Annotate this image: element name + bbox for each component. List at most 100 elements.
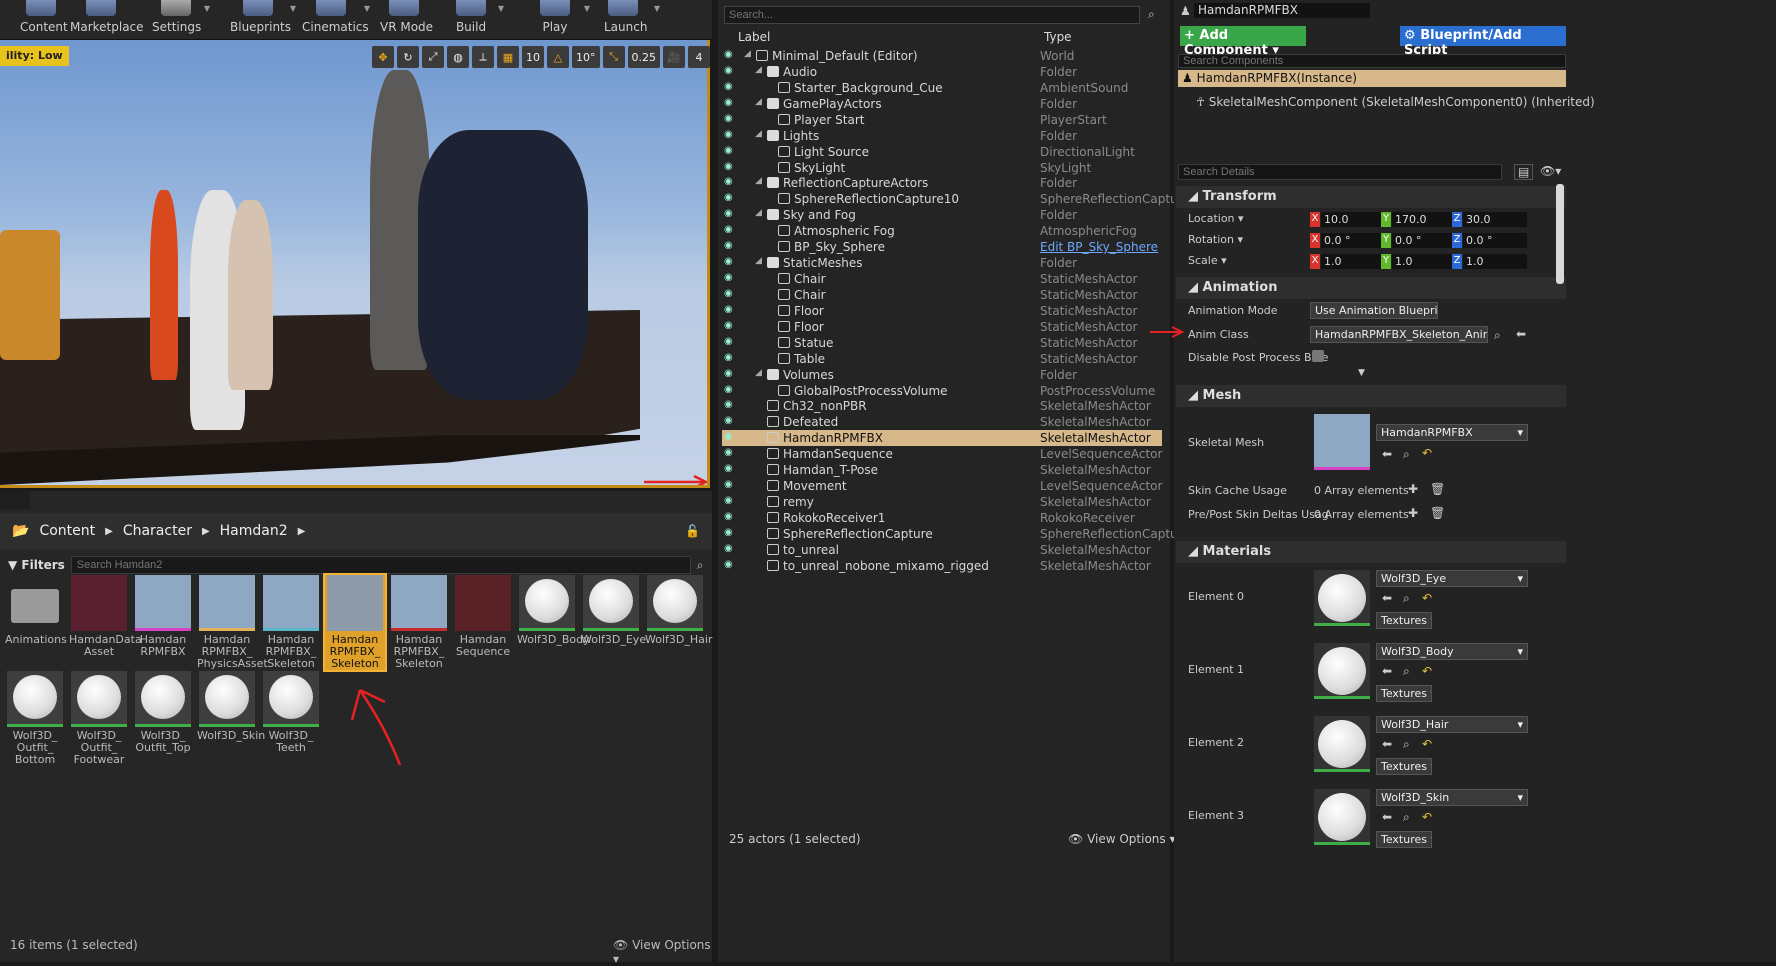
- expand-advanced-icon[interactable]: ▼: [1358, 368, 1365, 378]
- visibility-eye-icon[interactable]: ◉: [724, 224, 738, 236]
- disable-post-process-checkbox[interactable]: [1312, 350, 1324, 362]
- asset-tile[interactable]: Wolf3D_Eye: [581, 575, 646, 646]
- label-column-header[interactable]: Label: [738, 30, 770, 44]
- rotation-z-field[interactable]: 0.0 °: [1463, 233, 1527, 248]
- asset-tile[interactable]: Hamdan RPMFBX_ Skeleton: [323, 573, 387, 672]
- chevron-down-icon[interactable]: ▼: [584, 4, 590, 13]
- visibility-eye-icon[interactable]: ◉: [724, 463, 738, 475]
- textures-dropdown[interactable]: Textures ▾: [1376, 758, 1432, 775]
- breadcrumb-hamdan2[interactable]: Hamdan2: [220, 523, 288, 539]
- material-dropdown[interactable]: Wolf3D_Hair ▾: [1376, 716, 1528, 733]
- grid-snap-icon[interactable]: ▦: [497, 46, 519, 68]
- asset-tile[interactable]: Wolf3D_Hair: [645, 575, 712, 646]
- scale-z-field[interactable]: 1.0: [1463, 254, 1527, 269]
- reset-icon[interactable]: ↶: [1422, 664, 1432, 678]
- visibility-eye-icon[interactable]: ◉: [724, 81, 738, 93]
- expand-arrow-icon[interactable]: ◢: [744, 49, 751, 59]
- browse-icon[interactable]: ⌕: [1403, 810, 1410, 825]
- browse-icon[interactable]: ⌕: [1403, 591, 1410, 606]
- outliner-row[interactable]: ◉ Floor StaticMeshActor: [722, 319, 1162, 335]
- eye-icon[interactable]: 👁▾: [1540, 164, 1561, 178]
- trash-icon[interactable]: 🗑: [1430, 506, 1445, 520]
- visibility-eye-icon[interactable]: ◉: [724, 145, 738, 157]
- outliner-row[interactable]: ◉ ◢ Audio Folder: [722, 64, 1162, 80]
- outliner-row[interactable]: ◉ Table StaticMeshActor: [722, 351, 1162, 367]
- type-column-header[interactable]: Type: [1044, 30, 1072, 44]
- use-selected-icon[interactable]: ⬅: [1382, 737, 1392, 751]
- instance-row[interactable]: ♟ HamdanRPMFBX(Instance): [1178, 70, 1566, 87]
- cinematics-button[interactable]: Cinematics ▼: [302, 0, 370, 40]
- visibility-eye-icon[interactable]: ◉: [724, 304, 738, 316]
- reset-icon[interactable]: ↶: [1422, 737, 1432, 751]
- outliner-row[interactable]: ◉ ◢ GamePlayActors Folder: [722, 96, 1162, 112]
- visibility-eye-icon[interactable]: ◉: [724, 176, 738, 188]
- scale-snap-icon[interactable]: ⤡: [602, 46, 625, 68]
- camera-speed-value[interactable]: 4: [688, 46, 710, 68]
- breadcrumb-content[interactable]: Content: [39, 523, 95, 539]
- outliner-row[interactable]: ◉ Atmospheric Fog AtmosphericFog: [722, 223, 1162, 239]
- play-button[interactable]: Play ▼: [538, 0, 590, 40]
- filters-button[interactable]: ▼ Filters: [8, 558, 65, 572]
- material-dropdown[interactable]: Wolf3D_Eye ▾: [1376, 570, 1528, 587]
- rotation-y-field[interactable]: 0.0 °: [1392, 233, 1456, 248]
- expand-arrow-icon[interactable]: ◢: [755, 208, 762, 218]
- outliner-row[interactable]: ◉ RokokoReceiver1 RokokoReceiver: [722, 510, 1162, 526]
- marketplace-button[interactable]: Marketplace: [70, 0, 144, 40]
- browse-icon[interactable]: ⌕: [1403, 664, 1410, 679]
- visibility-eye-icon[interactable]: ◉: [724, 511, 738, 523]
- asset-tile[interactable]: Hamdan RPMFBX: [133, 575, 193, 658]
- asset-tile[interactable]: Wolf3D_ Outfit_ Footwear: [69, 671, 129, 766]
- outliner-row[interactable]: ◉ GlobalPostProcessVolume PostProcessVolum…: [722, 383, 1162, 399]
- anim-class-dropdown[interactable]: HamdanRPMFBX_Skeleton_AnimBlue: [1310, 326, 1488, 343]
- visibility-eye-icon[interactable]: ◉: [724, 256, 738, 268]
- rotate-tool-icon[interactable]: ↻: [397, 46, 419, 68]
- visibility-eye-icon[interactable]: ◉: [724, 192, 738, 204]
- add-element-icon[interactable]: ✚: [1408, 506, 1418, 520]
- visibility-eye-icon[interactable]: ◉: [724, 368, 738, 380]
- world-icon[interactable]: ◍: [447, 46, 469, 68]
- outliner-row[interactable]: ◉ Hamdan_T-Pose SkeletalMeshActor: [722, 462, 1162, 478]
- move-tool-icon[interactable]: ✥: [372, 46, 394, 68]
- outliner-row[interactable]: ◉ ◢ StaticMeshes Folder: [722, 255, 1162, 271]
- outliner-row[interactable]: ◉ ◢ Sky and Fog Folder: [722, 207, 1162, 223]
- build-button[interactable]: Build ▼: [454, 0, 504, 40]
- outliner-row[interactable]: ◉ Ch32_nonPBR SkeletalMeshActor: [722, 398, 1162, 414]
- scale-x-field[interactable]: 1.0: [1321, 254, 1385, 269]
- rotation-x-field[interactable]: 0.0 °: [1321, 233, 1385, 248]
- textures-dropdown[interactable]: Textures ▾: [1376, 685, 1432, 702]
- vr-mode-button[interactable]: VR Mode: [380, 0, 433, 40]
- blueprint-button[interactable]: ⚙ Blueprint/Add Script: [1400, 26, 1566, 58]
- rotation-label[interactable]: Rotation ▾: [1188, 233, 1243, 246]
- outliner-row[interactable]: ◉ Statue StaticMeshActor: [722, 335, 1162, 351]
- scale-snap-value[interactable]: 0.25: [627, 46, 660, 68]
- lock-icon[interactable]: 🔓: [685, 524, 700, 538]
- location-z-field[interactable]: 30.0: [1463, 212, 1527, 227]
- scale-label[interactable]: Scale ▾: [1188, 254, 1227, 267]
- material-dropdown[interactable]: Wolf3D_Body ▾: [1376, 643, 1528, 660]
- asset-tile[interactable]: Wolf3D_ Outfit_Top: [133, 671, 193, 754]
- asset-tile[interactable]: Hamdan Sequence: [453, 575, 513, 658]
- outliner-row[interactable]: ◉ remy SkeletalMeshActor: [722, 494, 1162, 510]
- settings-button[interactable]: Settings ▼: [152, 0, 210, 40]
- chevron-down-icon[interactable]: ▼: [498, 4, 504, 13]
- asset-tile[interactable]: Wolf3D_ Outfit_ Bottom: [5, 671, 65, 766]
- asset-tile[interactable]: Hamdan RPMFBX_ Skeleton: [389, 575, 449, 670]
- content-browser-tab[interactable]: [0, 491, 30, 509]
- trash-icon[interactable]: 🗑: [1430, 482, 1445, 496]
- visibility-eye-icon[interactable]: ◉: [724, 415, 738, 427]
- expand-arrow-icon[interactable]: ◢: [755, 65, 762, 75]
- use-selected-icon[interactable]: ⬅: [1516, 327, 1526, 341]
- location-label[interactable]: Location ▾: [1188, 212, 1244, 225]
- reset-icon[interactable]: ↶: [1422, 810, 1432, 824]
- chevron-right-icon[interactable]: ▶: [298, 526, 306, 537]
- outliner-row[interactable]: ◉ to_unreal SkeletalMeshActor: [722, 542, 1162, 558]
- breadcrumb-character[interactable]: Character: [123, 523, 192, 539]
- visibility-eye-icon[interactable]: ◉: [724, 113, 738, 125]
- add-component-button[interactable]: + Add Component ▾: [1180, 26, 1306, 58]
- browse-icon[interactable]: ⌕: [1403, 447, 1410, 462]
- visibility-eye-icon[interactable]: ◉: [724, 479, 738, 491]
- visibility-eye-icon[interactable]: ◉: [724, 272, 738, 284]
- outliner-row[interactable]: ◉ ◢ Volumes Folder: [722, 367, 1162, 383]
- camera-speed-icon[interactable]: 🎥: [663, 46, 685, 68]
- visibility-eye-icon[interactable]: ◉: [724, 65, 738, 77]
